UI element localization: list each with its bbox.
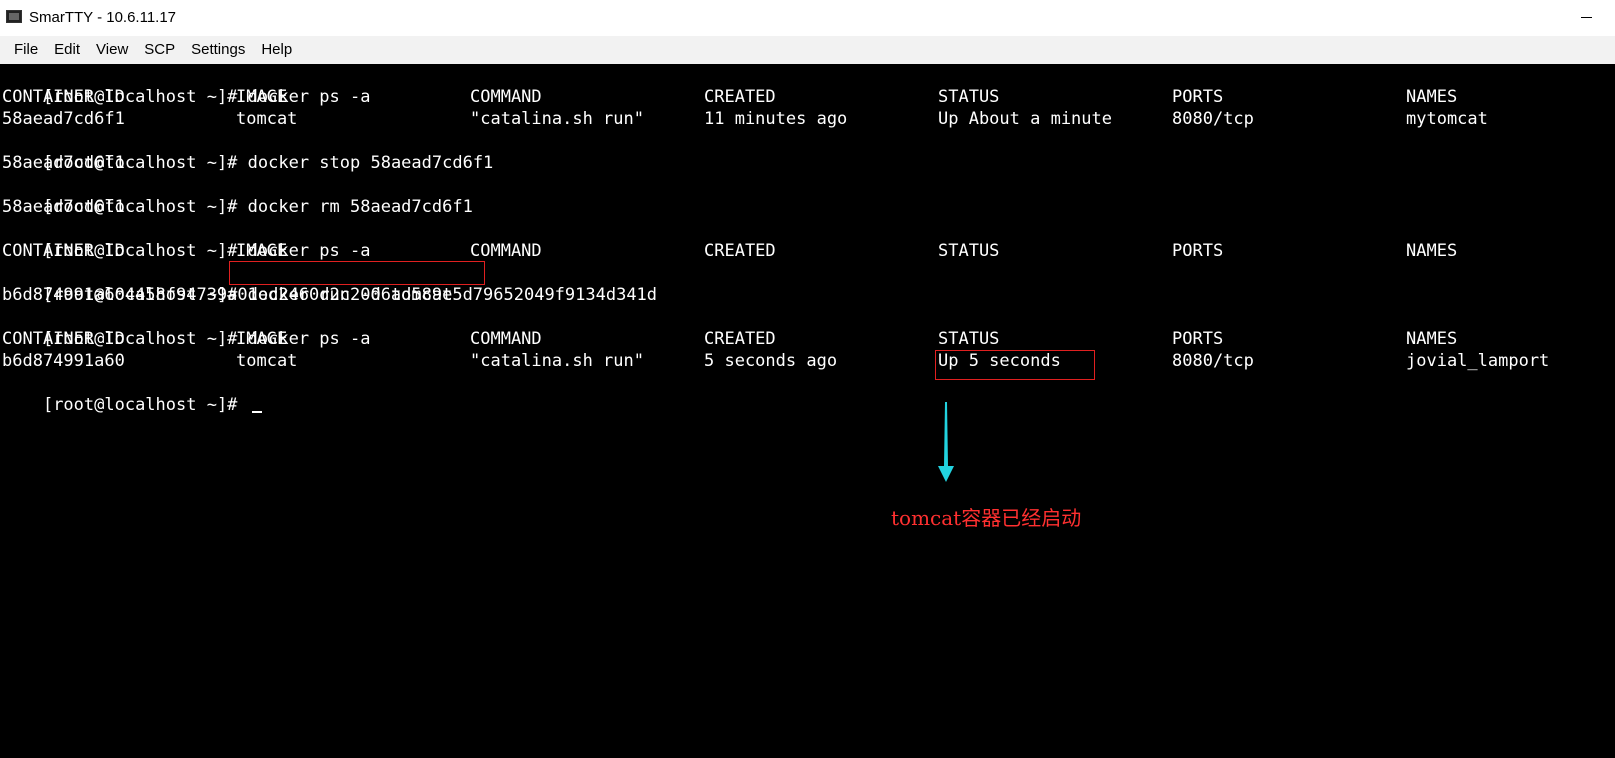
cell-image: tomcat bbox=[236, 351, 298, 371]
terminal-line-output: 58aead7cd6f1 bbox=[2, 197, 125, 217]
window-title: SmarTTY - 10.6.11.17 bbox=[29, 9, 177, 26]
arrow-down-icon bbox=[938, 402, 954, 482]
cell-status: Up About a minute bbox=[938, 109, 1112, 129]
cell-created: 5 seconds ago bbox=[704, 351, 838, 371]
cell-command: "catalina.sh run" bbox=[470, 109, 644, 129]
cell-created: 11 minutes ago bbox=[704, 109, 848, 129]
highlight-box-status bbox=[935, 350, 1095, 380]
header-names: NAMES bbox=[1406, 87, 1458, 107]
table-row: b6d874991a60 tomcat "catalina.sh run" 5 … bbox=[2, 350, 1612, 372]
header-image: IMAGE bbox=[236, 329, 288, 349]
command-text: docker rm 58aead7cd6f1 bbox=[247, 197, 473, 217]
cell-ports: 8080/tcp bbox=[1172, 109, 1254, 129]
header-container-id: CONTAINER ID bbox=[2, 87, 125, 107]
table-header-row: CONTAINER ID IMAGE COMMAND CREATED STATU… bbox=[2, 86, 1612, 108]
text-cursor bbox=[251, 411, 262, 413]
menu-scp[interactable]: SCP bbox=[136, 37, 183, 63]
header-command: COMMAND bbox=[470, 241, 542, 261]
title-bar: SmarTTY - 10.6.11.17 bbox=[0, 0, 1615, 36]
header-image: IMAGE bbox=[236, 241, 288, 261]
header-command: COMMAND bbox=[470, 329, 542, 349]
header-created: CREATED bbox=[704, 87, 776, 107]
menu-help[interactable]: Help bbox=[253, 37, 300, 63]
terminal-line-prompt-active: [root@localhost ~]# bbox=[2, 372, 262, 415]
header-ports: PORTS bbox=[1172, 87, 1224, 107]
header-status: STATUS bbox=[938, 241, 1000, 261]
terminal-line-cmd-ps3: [root@localhost ~]# docker ps -a bbox=[2, 306, 371, 349]
prompt: [root@localhost ~]# bbox=[42, 395, 248, 415]
menu-edit[interactable]: Edit bbox=[46, 37, 88, 63]
table-header-row: CONTAINER ID IMAGE COMMAND CREATED STATU… bbox=[2, 328, 1612, 350]
header-container-id: CONTAINER ID bbox=[2, 241, 125, 261]
header-image: IMAGE bbox=[236, 87, 288, 107]
menu-view[interactable]: View bbox=[88, 37, 136, 63]
highlight-box-run-command bbox=[229, 261, 485, 285]
terminal-line-cmd-ps1: [root@localhost ~]# docker ps -a bbox=[2, 64, 371, 107]
terminal-output[interactable]: [root@localhost ~]# docker ps -a CONTAIN… bbox=[0, 64, 1615, 758]
table-row: 58aead7cd6f1 tomcat "catalina.sh run" 11… bbox=[2, 108, 1612, 130]
cell-names: jovial_lamport bbox=[1406, 351, 1550, 371]
header-status: STATUS bbox=[938, 329, 1000, 349]
cell-image: tomcat bbox=[236, 109, 298, 129]
cell-container-id: 58aead7cd6f1 bbox=[2, 109, 125, 129]
cell-names: mytomcat bbox=[1406, 109, 1488, 129]
cell-ports: 8080/tcp bbox=[1172, 351, 1254, 371]
header-container-id: CONTAINER ID bbox=[2, 329, 125, 349]
command-text: docker stop 58aead7cd6f1 bbox=[247, 153, 494, 173]
minimize-button[interactable] bbox=[1555, 0, 1615, 36]
header-created: CREATED bbox=[704, 241, 776, 261]
menu-bar: File Edit View SCP Settings Help bbox=[0, 36, 1615, 64]
header-ports: PORTS bbox=[1172, 241, 1224, 261]
terminal-line-output: b6d874991a604458f94739a01ed2460d2c2006ad… bbox=[2, 285, 658, 305]
annotation-text: tomcat容器已经启动 bbox=[891, 506, 1082, 530]
header-ports: PORTS bbox=[1172, 329, 1224, 349]
terminal-icon bbox=[6, 10, 22, 23]
table-header-row: CONTAINER ID IMAGE COMMAND CREATED STATU… bbox=[2, 240, 1612, 262]
header-created: CREATED bbox=[704, 329, 776, 349]
terminal-line-cmd-rm: [root@localhost ~]# docker rm 58aead7cd6… bbox=[2, 174, 473, 217]
header-status: STATUS bbox=[938, 87, 1000, 107]
menu-file[interactable]: File bbox=[6, 37, 46, 63]
header-names: NAMES bbox=[1406, 329, 1458, 349]
header-names: NAMES bbox=[1406, 241, 1458, 261]
cell-container-id: b6d874991a60 bbox=[2, 351, 125, 371]
terminal-line-cmd-ps2: [root@localhost ~]# docker ps -a bbox=[2, 218, 371, 261]
terminal-line-output: 58aead7cd6f1 bbox=[2, 153, 125, 173]
header-command: COMMAND bbox=[470, 87, 542, 107]
menu-settings[interactable]: Settings bbox=[183, 37, 253, 63]
cell-command: "catalina.sh run" bbox=[470, 351, 644, 371]
terminal-line-cmd-stop: [root@localhost ~]# docker stop 58aead7c… bbox=[2, 130, 493, 173]
